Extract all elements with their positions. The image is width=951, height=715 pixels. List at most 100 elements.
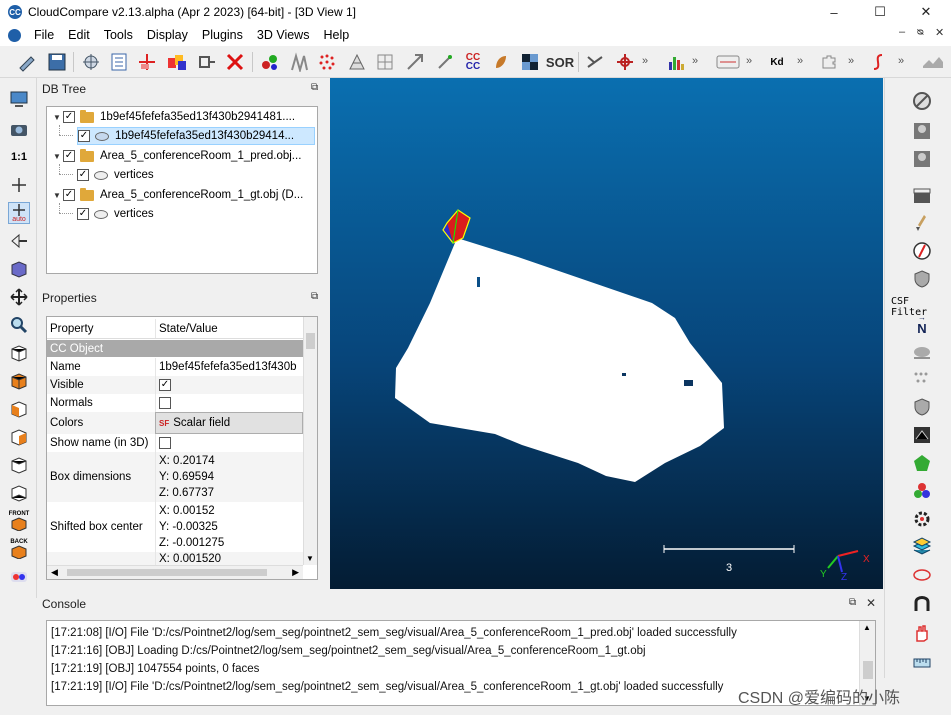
iso-front-icon[interactable]: FRONT — [8, 510, 30, 532]
s3d-icon[interactable] — [911, 148, 933, 170]
db-tree-float-button[interactable]: ⧉ — [311, 82, 318, 93]
show-name-checkbox[interactable] — [159, 437, 171, 449]
ruler-icon[interactable] — [911, 650, 933, 672]
delete-icon[interactable] — [224, 51, 246, 73]
cut-icon[interactable] — [584, 51, 606, 73]
tree-item-vertices-1[interactable]: ✓ vertices — [77, 166, 154, 184]
north-arrow-icon[interactable]: → N — [911, 313, 933, 336]
rgb-icon[interactable] — [911, 480, 933, 502]
maximize-button[interactable]: ☐ — [857, 0, 903, 24]
tree-checkbox[interactable]: ✓ — [63, 111, 75, 123]
3d-view[interactable]: 3 X Y Z — [330, 78, 883, 589]
ellipse-icon[interactable] — [911, 564, 933, 586]
menu-edit[interactable]: Edit — [61, 28, 97, 42]
mdi-restore-button[interactable]: ᴓ — [917, 26, 924, 38]
gear-icon[interactable] — [911, 508, 933, 530]
zoom-icon[interactable] — [8, 314, 30, 336]
visible-checkbox[interactable]: ✓ — [159, 379, 171, 391]
toolbar-more-5[interactable]: » — [848, 55, 854, 67]
menu-tools[interactable]: Tools — [97, 28, 140, 42]
zoom-one-to-one-button[interactable]: 1:1 — [8, 146, 30, 168]
value-column-header[interactable]: State/Value — [155, 319, 303, 338]
property-column-header[interactable]: Property — [47, 319, 155, 338]
tree-checkbox[interactable]: ✓ — [77, 208, 89, 220]
pcv-icon[interactable] — [911, 424, 933, 446]
cloud-dots-icon[interactable] — [316, 51, 338, 73]
align-icon[interactable] — [434, 51, 456, 73]
scroll-down-icon[interactable]: ▼ — [306, 554, 314, 563]
hpr-icon[interactable] — [911, 342, 933, 364]
hand-icon[interactable] — [911, 622, 933, 644]
console-float-button[interactable]: ⧉ — [849, 597, 856, 608]
navigate-icon[interactable] — [8, 230, 30, 252]
pick-point-icon[interactable] — [614, 51, 636, 73]
segment-icon[interactable] — [136, 51, 158, 73]
profile-icon[interactable] — [920, 51, 946, 73]
shield-icon[interactable] — [911, 268, 933, 290]
stereo-icon[interactable] — [8, 566, 30, 588]
3d-view-canvas[interactable]: 3 X Y Z — [330, 78, 883, 589]
scroll-up-icon[interactable]: ▲ — [863, 623, 871, 632]
expand-arrow-icon[interactable]: ▼ — [51, 113, 63, 122]
save-icon[interactable] — [46, 51, 68, 73]
open-icon[interactable] — [16, 51, 38, 73]
mdi-minimize-button[interactable]: – — [899, 26, 905, 38]
brush-icon[interactable] — [911, 212, 933, 234]
layers-icon[interactable] — [911, 536, 933, 558]
view-right-icon[interactable] — [8, 454, 30, 476]
poisson-icon[interactable] — [911, 452, 933, 474]
properties-vertical-scrollbar[interactable]: ▼ — [303, 317, 317, 565]
normals-checkbox[interactable] — [159, 397, 171, 409]
view-back-icon[interactable] — [8, 426, 30, 448]
checker-icon[interactable] — [519, 51, 541, 73]
tree-item-group-3[interactable]: ▼ ✓ Area_5_conferenceRoom_1_gt.obj (D... — [51, 186, 303, 204]
grid-icon[interactable] — [374, 51, 396, 73]
console-close-button[interactable]: ✕ — [866, 596, 876, 610]
normals-icon[interactable] — [259, 51, 281, 73]
properties-horizontal-scrollbar[interactable]: ◀ ▶ — [47, 565, 303, 579]
arch-icon[interactable] — [911, 592, 933, 614]
center-icon[interactable] — [8, 174, 30, 196]
cube-view-icon[interactable] — [8, 258, 30, 280]
merge-colors-icon[interactable] — [166, 51, 188, 73]
camera-icon[interactable] — [8, 118, 30, 140]
tree-item-cloud-selected[interactable]: ✓ 1b9ef45fefefa35ed13f430b29414... — [77, 127, 315, 145]
scroll-left-icon[interactable]: ◀ — [51, 567, 58, 578]
clapper-icon[interactable] — [911, 184, 933, 206]
properties-float-button[interactable]: ⧉ — [311, 291, 318, 302]
menu-3d-views[interactable]: 3D Views — [250, 28, 317, 42]
menu-plugins[interactable]: Plugins — [195, 28, 250, 42]
tree-item-group-1[interactable]: ▼ ✓ 1b9ef45fefefa35ed13f430b2941481.... — [51, 108, 295, 126]
subsample-icon[interactable] — [196, 51, 218, 73]
view-top-icon[interactable] — [8, 342, 30, 364]
toolbar-more-2[interactable]: » — [692, 55, 698, 67]
tree-checkbox[interactable]: ✓ — [63, 189, 75, 201]
toolbar-more-3[interactable]: » — [746, 55, 752, 67]
auto-pick-center-button[interactable]: auto — [8, 202, 30, 224]
view-bottom-icon[interactable] — [8, 482, 30, 504]
mesh-icon[interactable] — [346, 51, 368, 73]
screen-icon[interactable] — [8, 88, 30, 110]
kd-tree-icon[interactable]: Kd — [766, 51, 788, 73]
scalar-field-icon[interactable] — [288, 51, 310, 73]
scroll-right-icon[interactable]: ▶ — [292, 567, 299, 578]
register-icon[interactable] — [404, 51, 426, 73]
view-left-icon[interactable] — [8, 398, 30, 420]
tree-checkbox[interactable]: ✓ — [63, 150, 75, 162]
toolbar-more-4[interactable]: » — [797, 55, 803, 67]
hscroll-thumb[interactable] — [67, 569, 267, 576]
curve-icon[interactable] — [867, 51, 889, 73]
scroll-thumb[interactable] — [306, 333, 315, 349]
tree-item-group-2[interactable]: ▼ ✓ Area_5_conferenceRoom_1_pred.obj... — [51, 147, 301, 165]
menu-file[interactable]: File — [27, 28, 61, 42]
toolbar-more-6[interactable]: » — [898, 55, 904, 67]
m3c2-icon[interactable] — [911, 368, 933, 390]
colors-dropdown[interactable]: SF Scalar field — [155, 412, 303, 434]
tree-item-vertices-2[interactable]: ✓ vertices — [77, 205, 154, 223]
name-value-field[interactable]: 1b9ef45fefefa35ed13f430b — [155, 358, 303, 376]
canupo-create-icon[interactable] — [714, 51, 742, 73]
console-scroll-thumb[interactable] — [863, 661, 873, 679]
translate-rotate-icon[interactable] — [80, 51, 102, 73]
expand-arrow-icon[interactable]: ▼ — [51, 191, 63, 200]
minimize-button[interactable]: – — [811, 0, 857, 24]
